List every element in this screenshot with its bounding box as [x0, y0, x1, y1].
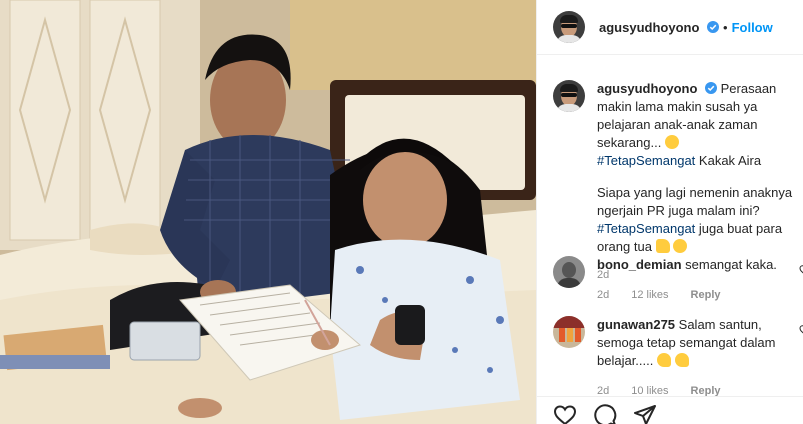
grin-sweat-emoji-icon [664, 135, 679, 149]
post-photo[interactable] [0, 0, 536, 424]
caption-avatar[interactable] [553, 80, 585, 112]
comment-timestamp[interactable]: 2d [597, 286, 609, 304]
caption-hashtag-1[interactable]: #TetapSemangat [597, 153, 695, 168]
verified-badge-icon [705, 82, 718, 94]
comment-meta: 2d 12 likes Reply [597, 286, 799, 304]
author-username[interactable]: agusyudhoyono [599, 20, 720, 35]
instagram-post: agusyudhoyono • Follow agusyudhoyono Per… [0, 0, 803, 424]
comment-meta: 2d 10 likes Reply [597, 382, 799, 396]
share-icon[interactable] [633, 403, 657, 424]
caption-username[interactable]: agusyudhoyono [597, 81, 697, 96]
comment-likes[interactable]: 12 likes [631, 286, 668, 304]
thumbs-up-emoji-icon [655, 239, 670, 253]
caption-text-3: Siapa yang lagi nemenin anaknya ngerjain… [597, 185, 793, 218]
post-actions [537, 396, 803, 424]
flexed-biceps-emoji-icon [657, 353, 671, 367]
comment-body: bono_demian semangat kaka. 2d 12 likes R… [597, 256, 799, 304]
comment-likes[interactable]: 10 likes [631, 382, 668, 396]
comment-username[interactable]: bono_demian [597, 257, 682, 272]
comment-timestamp[interactable]: 2d [597, 382, 609, 396]
comment-body: gunawan275 Salam santun, semoga tetap se… [597, 316, 799, 396]
author-avatar[interactable] [553, 11, 585, 43]
post-side-panel: agusyudhoyono • Follow agusyudhoyono Per… [536, 0, 803, 424]
heart-icon[interactable] [553, 403, 577, 424]
commenter-avatar[interactable] [553, 316, 585, 348]
verified-badge-icon [707, 20, 720, 33]
caption-text-2: Kakak Aira [698, 153, 762, 168]
post-header: agusyudhoyono • Follow [537, 0, 803, 55]
reply-button[interactable]: Reply [691, 286, 721, 304]
caption-hashtag-2[interactable]: #TetapSemangat [597, 221, 695, 236]
follow-button[interactable]: Follow [732, 20, 773, 35]
small-heart-icon[interactable] [799, 264, 803, 276]
smile-emoji-icon [673, 239, 688, 253]
reply-button[interactable]: Reply [691, 382, 721, 396]
comment-text: semangat kaka. [685, 257, 777, 272]
comments-list[interactable]: agusyudhoyono Perasaan makin lama makin … [537, 56, 803, 396]
flexed-biceps-emoji-icon [674, 353, 689, 367]
comment-icon[interactable] [593, 403, 617, 424]
comment-username[interactable]: gunawan275 [597, 317, 675, 332]
header-separator: • [723, 19, 728, 35]
commenter-avatar[interactable] [553, 256, 585, 288]
caption-body: agusyudhoyono Perasaan makin lama makin … [597, 80, 799, 284]
small-heart-icon[interactable] [799, 324, 803, 336]
post-photo-illustration [0, 0, 536, 424]
